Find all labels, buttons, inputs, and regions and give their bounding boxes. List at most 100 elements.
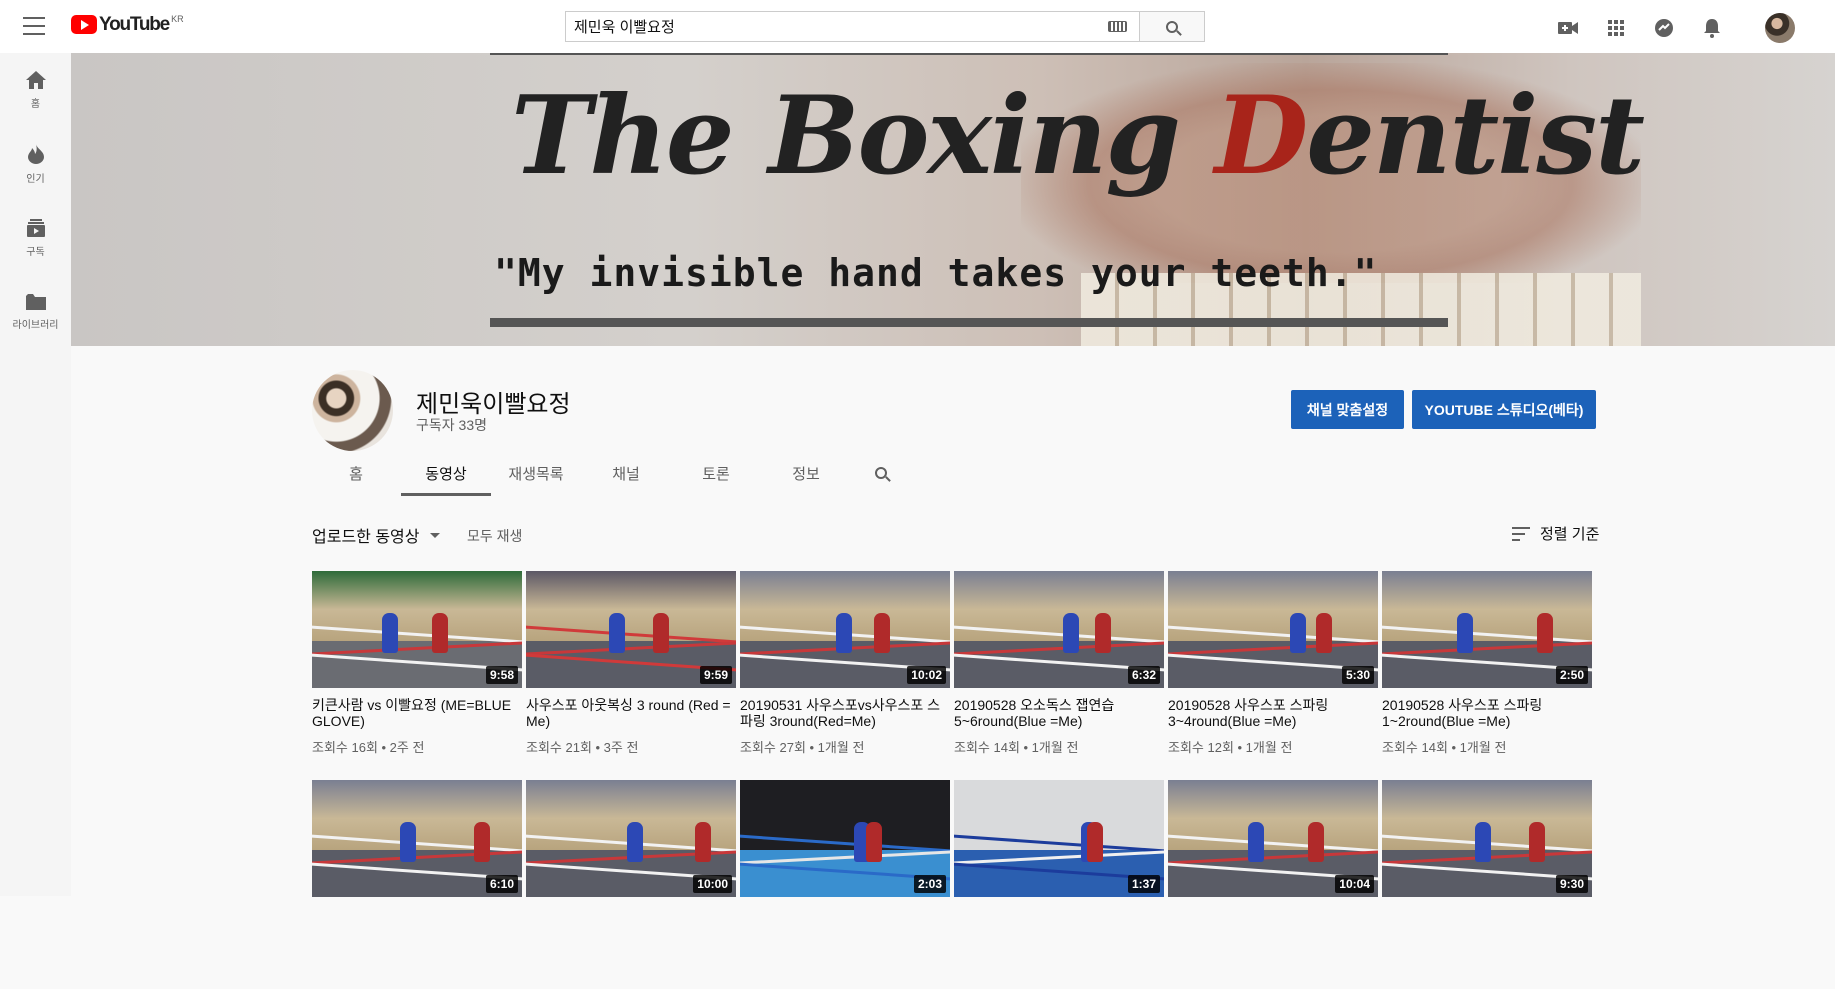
menu-icon[interactable] <box>23 17 45 35</box>
video-thumbnail[interactable]: 10:04 <box>1168 780 1378 897</box>
video-thumbnail[interactable]: 9:58 <box>312 571 522 688</box>
sidebar-item-subscriptions[interactable]: 구독 <box>0 201 71 275</box>
video-duration: 2:03 <box>913 875 946 893</box>
video-card[interactable]: 6:10 <box>312 780 522 989</box>
video-title[interactable]: 20190528 사우스포 스파링 3~4round(Blue =Me) <box>1168 697 1378 729</box>
sidebar-item-label: 라이브러리 <box>12 319 59 331</box>
youtube-studio-button[interactable]: YOUTUBE 스튜디오(베타) <box>1412 390 1596 429</box>
video-card[interactable]: 10:00 <box>526 780 736 989</box>
tab-discussion[interactable]: 토론 <box>671 450 761 496</box>
video-card[interactable]: 10:02 20190531 사우스포vs사우스포 스파링 3round(Red=… <box>740 571 950 780</box>
thumbnail-fighter <box>1095 613 1111 653</box>
thumbnail-fighter <box>1308 822 1324 862</box>
sidebar: 홈 인기 구독 라이브러리 <box>0 53 71 896</box>
video-thumbnail[interactable]: 2:50 <box>1382 571 1592 688</box>
tab-home[interactable]: 홈 <box>311 450 401 496</box>
banner-title-part2: entist <box>1306 73 1645 199</box>
video-title[interactable]: 키큰사람 vs 이빨요정 (ME=BLUE GLOVE) <box>312 697 522 729</box>
banner-tagline: "My invisible hand takes your teeth." <box>494 251 1378 295</box>
video-duration: 10:04 <box>1335 875 1374 893</box>
tab-playlists[interactable]: 재생목록 <box>491 450 581 496</box>
search-button[interactable] <box>1139 11 1205 42</box>
video-thumbnail[interactable]: 10:00 <box>526 780 736 897</box>
keyboard-icon[interactable] <box>1108 21 1127 32</box>
youtube-logo[interactable]: YouTube KR <box>71 14 184 35</box>
video-title[interactable]: 사우스포 아웃복싱 3 round (Red = Me) <box>526 697 736 729</box>
thumbnail-fighter <box>653 613 669 653</box>
banner-title-highlight: D <box>1214 73 1309 199</box>
sidebar-item-home[interactable]: 홈 <box>0 53 71 127</box>
video-duration: 6:10 <box>485 875 518 893</box>
thumbnail-fighter <box>609 613 625 653</box>
notifications-icon[interactable] <box>1701 17 1723 39</box>
channel-name: 제민욱이빨요정 <box>416 391 571 418</box>
thumbnail-fighter <box>866 822 882 862</box>
sort-button[interactable]: 정렬 기준 <box>1512 523 1599 544</box>
search-input[interactable]: 제민욱 이빨요정 <box>565 11 1139 42</box>
video-card[interactable]: 6:32 20190528 오소독스 잽연습 5~6round(Blue =Me)… <box>954 571 1164 780</box>
video-thumbnail[interactable]: 6:32 <box>954 571 1164 688</box>
video-card[interactable]: 10:04 <box>1168 780 1378 989</box>
sidebar-item-library[interactable]: 라이브러리 <box>0 275 71 349</box>
channel-banner: The Boxing Dentist "My invisible hand ta… <box>71 53 1835 346</box>
tab-about[interactable]: 정보 <box>761 450 851 496</box>
sidebar-item-trending[interactable]: 인기 <box>0 127 71 201</box>
tab-channels[interactable]: 채널 <box>581 450 671 496</box>
apps-icon[interactable] <box>1605 17 1627 39</box>
video-thumbnail[interactable]: 10:02 <box>740 571 950 688</box>
video-thumbnail[interactable]: 5:30 <box>1168 571 1378 688</box>
channel-avatar[interactable] <box>312 370 393 451</box>
thumbnail-fighter <box>1063 613 1079 653</box>
sidebar-item-label: 인기 <box>26 173 45 185</box>
video-card[interactable]: 1:37 <box>954 780 1164 989</box>
video-card[interactable]: 5:30 20190528 사우스포 스파링 3~4round(Blue =Me)… <box>1168 571 1378 780</box>
uploads-filter-dropdown[interactable]: 업로드한 동영상 <box>312 523 440 547</box>
video-card[interactable]: 2:03 <box>740 780 950 989</box>
tab-videos[interactable]: 동영상 <box>401 450 491 496</box>
channel-header: 제민욱이빨요정 구독자 33명 채널 맞춤설정 YOUTUBE 스튜디오(베타)… <box>71 346 1835 496</box>
video-card[interactable]: 9:58 키큰사람 vs 이빨요정 (ME=BLUE GLOVE) 조회수 16회 … <box>312 571 522 780</box>
video-title[interactable]: 20190531 사우스포vs사우스포 스파링 3round(Red=Me) <box>740 697 950 729</box>
video-thumbnail[interactable]: 6:10 <box>312 780 522 897</box>
messages-icon[interactable] <box>1653 17 1675 39</box>
video-card[interactable]: 2:50 20190528 사우스포 스파링 1~2round(Blue =Me)… <box>1382 571 1592 780</box>
sidebar-item-label: 구독 <box>26 246 45 258</box>
thumbnail-fighter <box>1475 822 1491 862</box>
trending-icon <box>27 143 44 164</box>
channel-search-button[interactable] <box>851 450 911 496</box>
channel-tabs: 홈 동영상 재생목록 채널 토론 정보 <box>311 450 911 496</box>
video-card[interactable]: 9:59 사우스포 아웃복싱 3 round (Red = Me) 조회수 21회 … <box>526 571 736 780</box>
thumbnail-fighter <box>627 822 643 862</box>
account-avatar[interactable] <box>1765 13 1795 43</box>
uploads-filter-label: 업로드한 동영상 <box>312 529 420 546</box>
thumbnail-fighter <box>874 613 890 653</box>
sort-icon <box>1512 526 1530 541</box>
video-title[interactable]: 20190528 사우스포 스파링 1~2round(Blue =Me) <box>1382 697 1592 729</box>
video-thumbnail[interactable]: 9:30 <box>1382 780 1592 897</box>
video-meta: 조회수 14회 • 1개월 전 <box>954 740 1079 755</box>
banner-title: The Boxing Dentist <box>511 71 1645 201</box>
video-duration: 9:59 <box>699 666 732 684</box>
thumbnail-fighter <box>836 613 852 653</box>
video-thumbnail[interactable]: 2:03 <box>740 780 950 897</box>
thumbnail-fighter <box>1248 822 1264 862</box>
thumbnail-fighter <box>695 822 711 862</box>
video-thumbnail[interactable]: 1:37 <box>954 780 1164 897</box>
video-meta: 조회수 21회 • 3주 전 <box>526 740 639 755</box>
sidebar-item-label: 홈 <box>30 98 41 110</box>
create-video-icon[interactable] <box>1557 17 1579 39</box>
video-card[interactable]: 9:30 <box>1382 780 1592 989</box>
video-duration: 1:37 <box>1127 875 1160 893</box>
video-duration: 10:02 <box>907 666 946 684</box>
thumbnail-fighter <box>1087 822 1103 862</box>
search-icon <box>875 467 887 479</box>
thumbnail-fighter <box>1529 822 1545 862</box>
video-title[interactable]: 20190528 오소독스 잽연습 5~6round(Blue =Me) <box>954 697 1164 729</box>
video-meta: 조회수 14회 • 1개월 전 <box>1382 740 1507 755</box>
logo-text: YouTube <box>99 14 170 35</box>
play-all-link[interactable]: 모두 재생 <box>467 526 522 546</box>
banner-bottom-rule <box>490 318 1448 327</box>
thumbnail-fighter <box>400 822 416 862</box>
video-thumbnail[interactable]: 9:59 <box>526 571 736 688</box>
customize-channel-button[interactable]: 채널 맞춤설정 <box>1291 390 1404 429</box>
